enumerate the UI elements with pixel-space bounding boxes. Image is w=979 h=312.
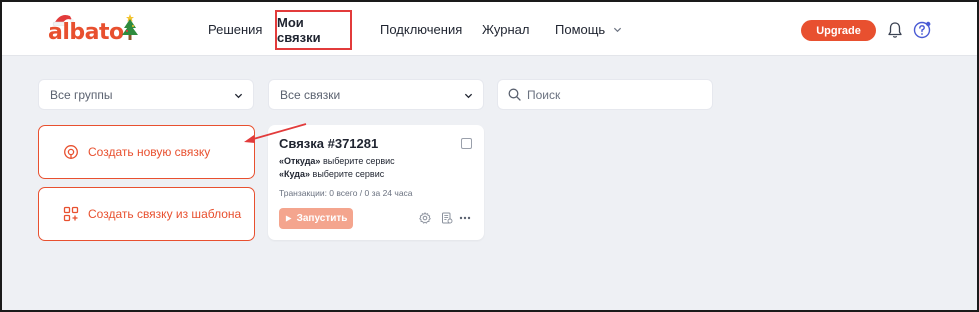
link-target-row: «Куда» выберите сервис [279, 169, 384, 179]
search-box[interactable] [497, 79, 713, 110]
search-input[interactable] [527, 87, 697, 102]
link-target-value: выберите сервис [312, 169, 385, 179]
links-select-value: Все связки [280, 87, 341, 102]
bell-icon[interactable] [887, 21, 903, 39]
chevron-down-icon [614, 27, 622, 32]
search-icon [508, 88, 521, 101]
christmas-tree-icon [122, 14, 138, 40]
document-log-icon[interactable] [441, 212, 453, 224]
annotation-arrow [244, 123, 307, 143]
create-from-template-button[interactable]: Создать связку из шаблона [38, 187, 255, 241]
link-source-row: «Откуда» выберите сервис [279, 156, 395, 166]
run-button[interactable]: Запустить [279, 208, 353, 229]
template-icon [63, 206, 79, 222]
logo-text: albato [48, 20, 124, 45]
upgrade-button[interactable]: Upgrade [801, 20, 876, 41]
link-target-label: «Куда» [279, 169, 311, 179]
chevron-down-icon [464, 93, 473, 99]
transactions-info: Транзакции: 0 всего / 0 за 24 часа [279, 188, 413, 198]
help-circle-icon[interactable] [913, 21, 931, 39]
logo[interactable]: albato [48, 12, 144, 48]
nav-help[interactable]: Помощь [555, 2, 622, 56]
nav-connections[interactable]: Подключения [380, 2, 462, 56]
groups-select[interactable]: Все группы [38, 79, 254, 110]
app-window: albato Решения Мои связки Подключения Жу… [0, 0, 979, 312]
create-new-link-button[interactable]: Создать новую связку [38, 125, 255, 179]
more-options-icon[interactable] [459, 212, 471, 224]
create-new-link-label: Создать новую связку [88, 145, 211, 159]
nav-my-links[interactable]: Мои связки [275, 10, 352, 50]
links-select[interactable]: Все связки [268, 79, 484, 110]
run-button-label: Запустить [296, 213, 348, 224]
top-header: albato Решения Мои связки Подключения Жу… [2, 2, 977, 56]
chevron-down-icon [234, 93, 243, 99]
link-select-checkbox[interactable] [461, 138, 472, 149]
play-icon [285, 215, 292, 222]
nav-journal[interactable]: Журнал [482, 2, 529, 56]
groups-select-value: Все группы [50, 87, 113, 102]
create-link-icon [64, 145, 78, 159]
link-source-label: «Откуда» [279, 156, 321, 166]
gear-icon[interactable] [419, 212, 431, 224]
link-source-value: выберите сервис [322, 156, 395, 166]
nav-solutions[interactable]: Решения [208, 2, 262, 56]
nav-help-label: Помощь [555, 21, 606, 37]
create-from-template-label: Создать связку из шаблона [88, 207, 242, 221]
